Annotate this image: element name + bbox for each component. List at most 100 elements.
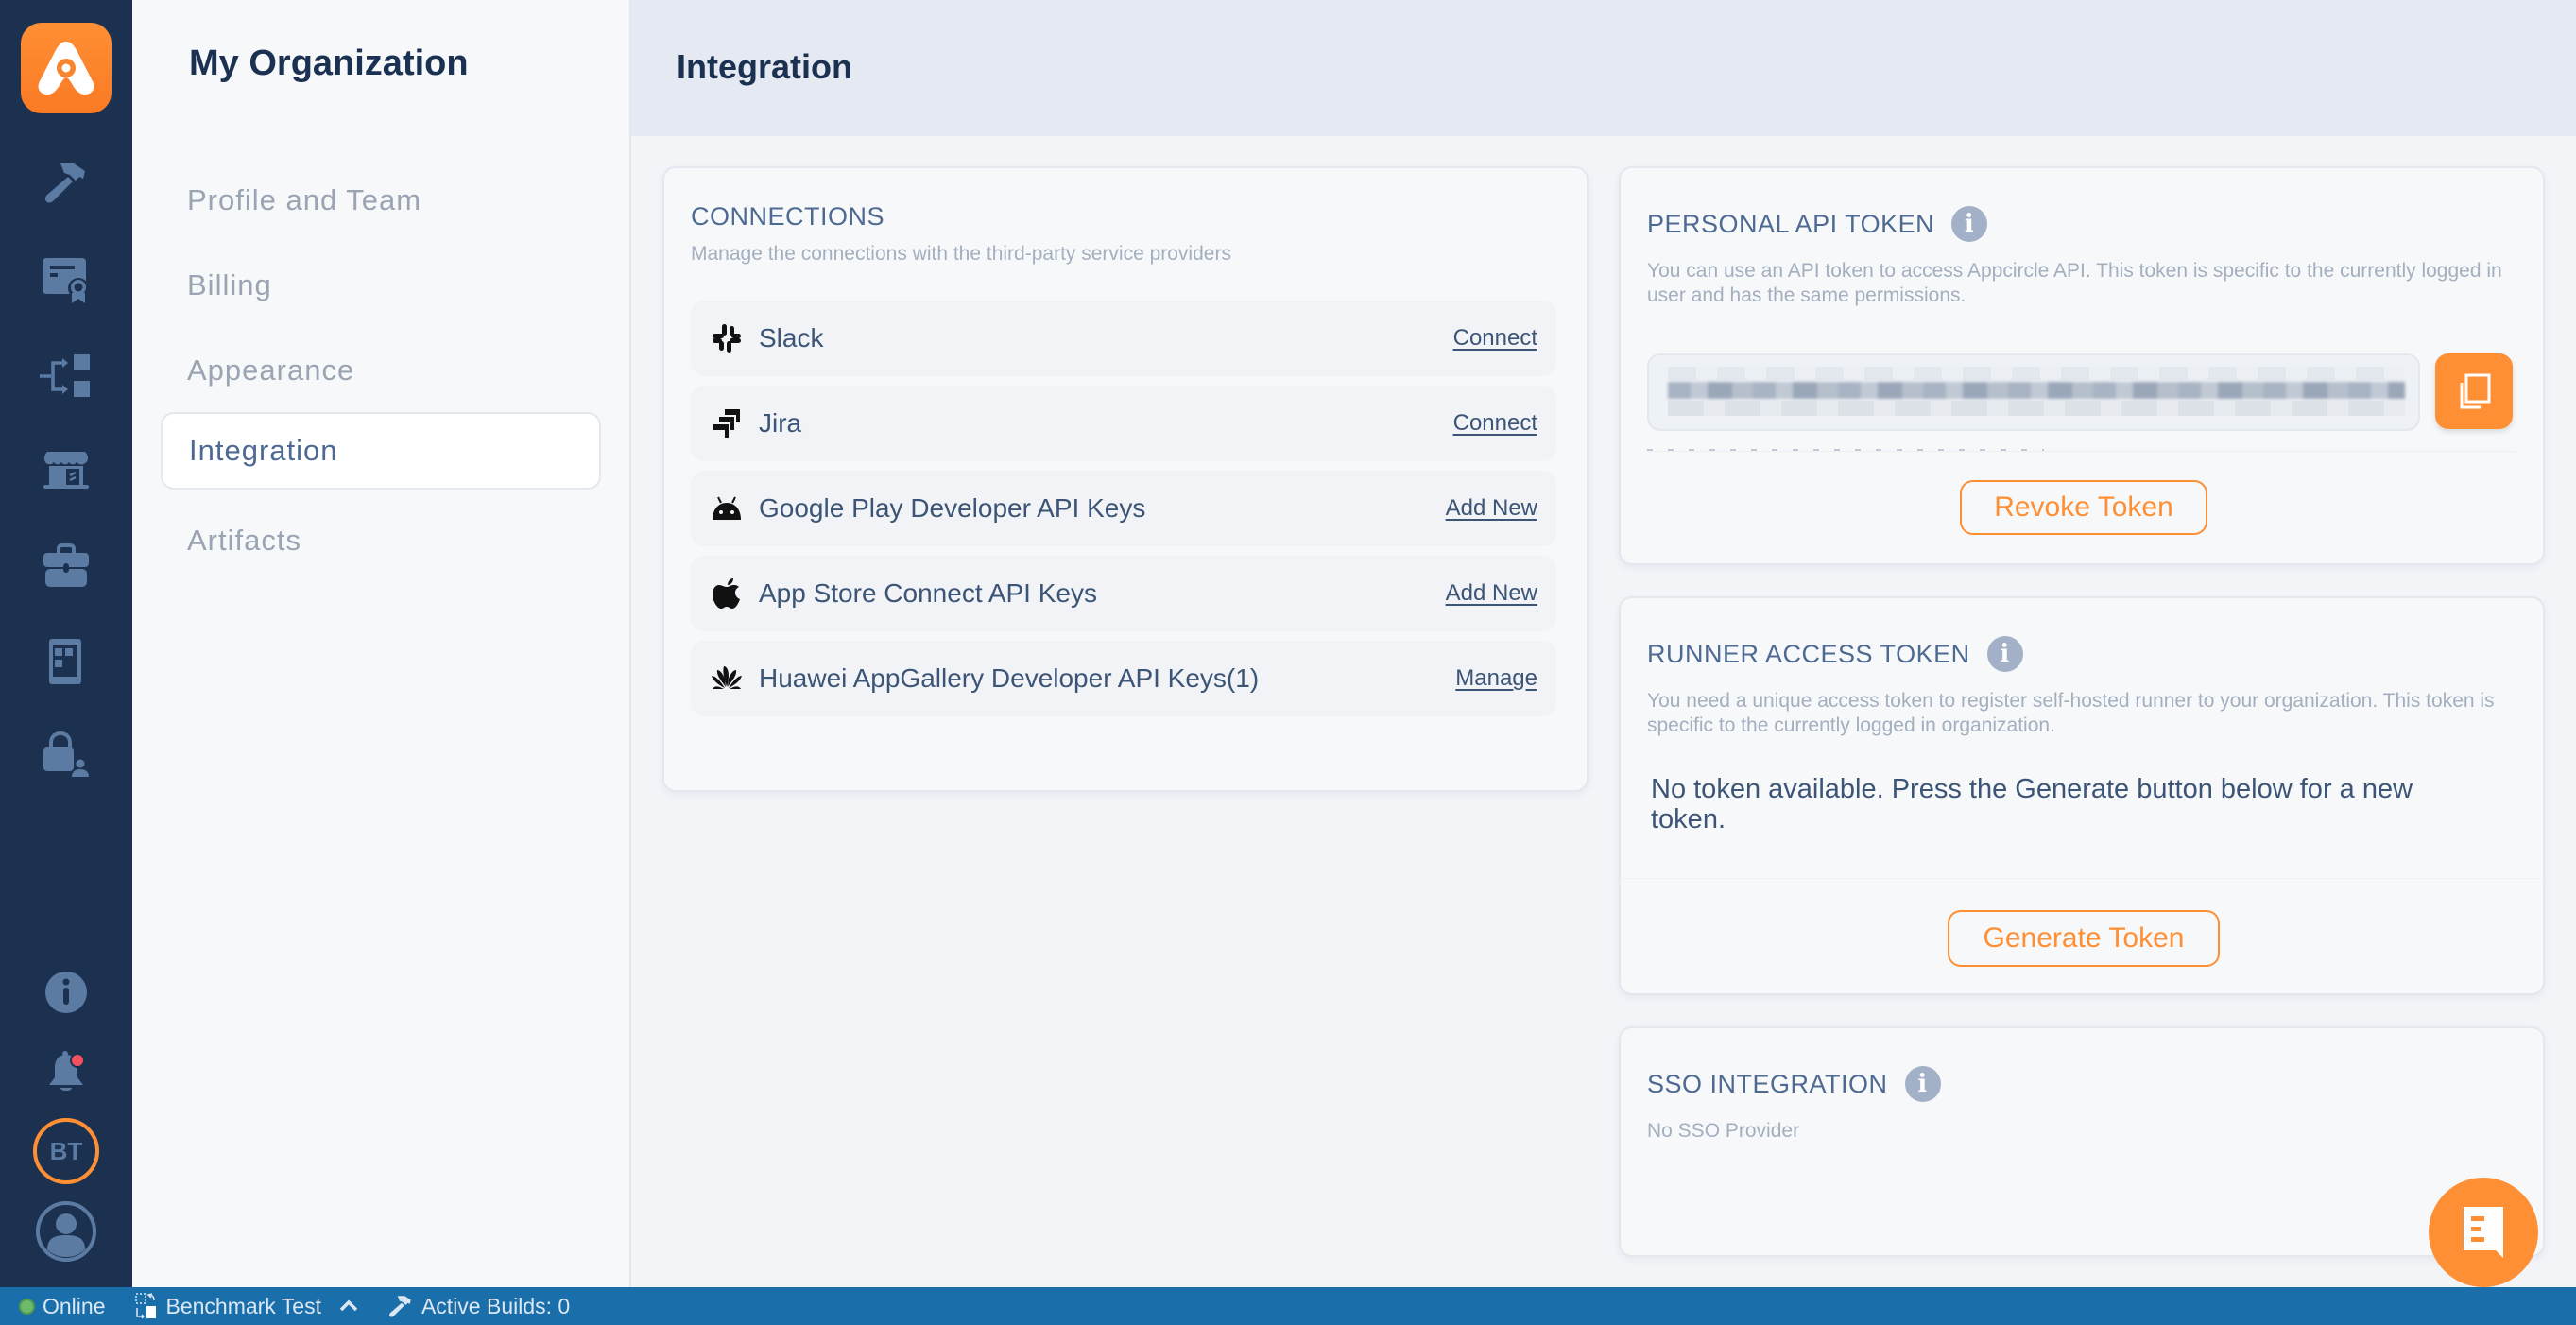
org-menu-integration[interactable]: Integration (161, 412, 601, 490)
sso-integration-title: SSO INTEGRATION (1647, 1069, 1888, 1098)
android-icon (708, 495, 746, 522)
connections-title: CONNECTIONS (691, 202, 885, 231)
google-play-add-new-link[interactable]: Add New (1446, 495, 1537, 522)
runner-access-token-card: RUNNER ACCESS TOKEN i You need a unique … (1619, 596, 2545, 995)
org-menu-profile-and-team[interactable]: Profile and Team (161, 162, 601, 239)
organization-name: Benchmark Test (165, 1293, 321, 1318)
sso-integration-header: SSO INTEGRATION i (1647, 1066, 1941, 1102)
user-avatar-icon (36, 1201, 96, 1262)
org-menu-artifacts[interactable]: Artifacts (161, 502, 601, 579)
chat-icon (2464, 1207, 2503, 1258)
revoke-token-button[interactable]: Revoke Token (1960, 480, 2207, 535)
nav-enterprise-app-store[interactable] (38, 442, 94, 499)
nav-distribution[interactable] (38, 348, 94, 404)
store-icon (43, 452, 89, 489)
org-menu-label: Profile and Team (187, 183, 422, 216)
tablet-grid-icon (49, 639, 81, 684)
chevron-up-icon (339, 1299, 358, 1312)
main-nav-rail: BT (0, 0, 132, 1287)
org-menu-billing[interactable]: Billing (161, 247, 601, 324)
nav-testing-portal[interactable] (38, 633, 94, 690)
certificate-icon (43, 258, 89, 303)
notifications-button[interactable] (38, 1043, 94, 1100)
no-token-message: No token available. Press the Generate b… (1651, 774, 2413, 835)
organization-switcher-avatar[interactable]: BT (33, 1118, 99, 1184)
connection-label: Huawei AppGallery Developer API Keys(1) (759, 663, 1260, 693)
org-menu-label: Artifacts (187, 524, 301, 557)
active-builds-indicator[interactable]: Active Builds: 0 (387, 1293, 570, 1319)
connection-label: App Store Connect API Keys (759, 578, 1097, 608)
page-title: Integration (677, 47, 852, 86)
token-redacted-bottom (1668, 401, 2405, 416)
slack-connect-link[interactable]: Connect (1453, 325, 1537, 352)
token-redacted-value (1668, 382, 2405, 399)
connection-status: Online (19, 1294, 105, 1319)
copy-icon (2460, 373, 2491, 409)
jira-connect-link[interactable]: Connect (1453, 410, 1537, 437)
apple-icon (708, 577, 746, 610)
connection-row-slack: Slack Connect (691, 301, 1556, 376)
personal-api-token-field[interactable] (1647, 353, 2420, 431)
generate-token-button[interactable]: Generate Token (1948, 910, 2220, 967)
nav-organization-security[interactable] (38, 728, 94, 784)
runner-access-token-header: RUNNER ACCESS TOKEN i (1647, 636, 2023, 672)
token-clipped-info-line (1647, 446, 2516, 452)
personal-api-token-description: You can use an API token to access Appci… (1647, 260, 2502, 306)
app-store-connect-add-new-link[interactable]: Add New (1446, 580, 1537, 607)
nav-publish[interactable] (38, 539, 94, 595)
huawei-icon (708, 664, 746, 693)
bell-icon (49, 1051, 85, 1091)
huawei-manage-link[interactable]: Manage (1455, 665, 1537, 692)
info-icon[interactable]: i (1904, 1066, 1941, 1102)
distribution-flow-icon (40, 354, 90, 397)
sso-integration-card: SSO INTEGRATION i No SSO Provider (1619, 1026, 2545, 1257)
connection-row-app-store-connect: App Store Connect API Keys Add New (691, 556, 1556, 631)
jira-icon (708, 407, 746, 439)
hammer-icon (44, 163, 85, 203)
switch-organization-icon (135, 1293, 157, 1319)
info-icon[interactable]: i (1986, 636, 2023, 672)
connections-description: Manage the connections with the third-pa… (691, 243, 1231, 265)
runner-access-token-title: RUNNER ACCESS TOKEN (1647, 639, 1970, 668)
connection-label: Jira (759, 408, 802, 438)
card-divider (1621, 878, 2543, 879)
organization-switcher[interactable]: Benchmark Test (135, 1293, 358, 1319)
connection-row-google-play: Google Play Developer API Keys Add New (691, 471, 1556, 546)
active-builds-text: Active Builds: 0 (421, 1293, 571, 1318)
org-menu-appearance[interactable]: Appearance (161, 332, 601, 409)
nav-signing-identities[interactable] (38, 251, 94, 308)
organization-sidebar: My Organization Profile and Team Billing… (132, 0, 631, 1287)
appcircle-logo[interactable] (21, 23, 112, 113)
briefcase-icon (43, 543, 89, 587)
sso-status: No SSO Provider (1647, 1120, 1800, 1142)
personal-api-token-header: PERSONAL API TOKEN i (1647, 206, 1988, 242)
lock-user-icon (43, 731, 89, 777)
connection-label: Google Play Developer API Keys (759, 493, 1146, 523)
page-header: Integration (631, 0, 2576, 136)
online-status-dot (19, 1298, 35, 1315)
appcircle-logo-icon (38, 42, 94, 95)
token-redacted-top (1668, 367, 2405, 380)
slack-icon (708, 322, 746, 354)
personal-api-token-title: PERSONAL API TOKEN (1647, 209, 1935, 238)
connection-status-text: Online (43, 1293, 106, 1318)
org-menu-label: Appearance (187, 353, 355, 387)
status-bar: Online Benchmark Test Active Builds: 0 (0, 1287, 2576, 1325)
connection-row-huawei-appgallery: Huawei AppGallery Developer API Keys(1) … (691, 641, 1556, 716)
notification-dot (72, 1055, 83, 1066)
org-menu-label: Integration (189, 434, 338, 467)
hammer-icon (389, 1296, 411, 1317)
info-icon (45, 972, 87, 1013)
connections-card: CONNECTIONS Manage the connections with … (662, 166, 1589, 792)
organization-title: My Organization (189, 43, 469, 83)
help-info-button[interactable] (38, 964, 94, 1021)
organization-initials: BT (49, 1136, 83, 1165)
copy-token-button[interactable] (2435, 353, 2513, 429)
user-profile-button[interactable] (34, 1199, 98, 1264)
info-icon[interactable]: i (1951, 206, 1988, 242)
support-chat-button[interactable] (2429, 1178, 2538, 1287)
connection-label: Slack (759, 323, 824, 353)
org-menu-label: Billing (187, 268, 272, 301)
personal-api-token-card: PERSONAL API TOKEN i You can use an API … (1619, 166, 2545, 565)
nav-builds[interactable] (38, 154, 94, 211)
